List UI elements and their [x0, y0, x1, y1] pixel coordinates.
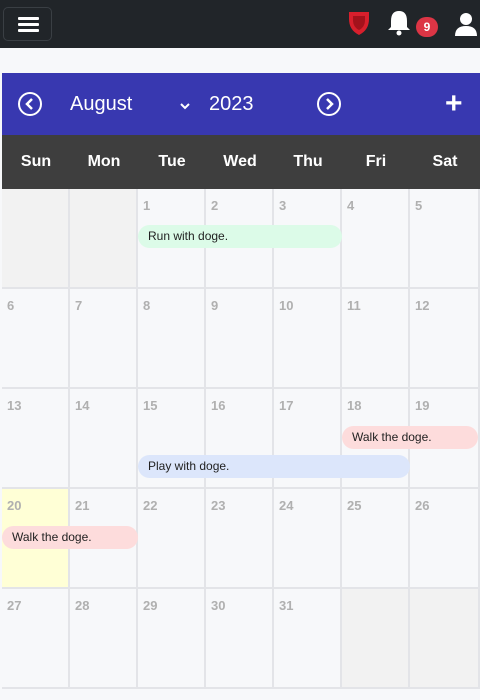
day-number: 7: [75, 298, 83, 313]
day-cell[interactable]: 8: [138, 289, 206, 389]
day-number: 25: [347, 498, 362, 513]
weekday-header-row: Sun Mon Tue Wed Thu Fri Sat: [2, 135, 480, 189]
weekday-label: Fri: [365, 153, 387, 170]
chevron-down-icon[interactable]: [180, 97, 190, 115]
menu-icon-bar: [18, 17, 39, 20]
day-cell[interactable]: 24: [274, 489, 342, 589]
day-number: 30: [211, 598, 226, 613]
day-number: 22: [143, 498, 158, 513]
weekday-label: Thu: [293, 153, 323, 170]
day-cell[interactable]: 27: [2, 589, 70, 689]
day-number: 1: [143, 198, 151, 213]
calendar-header: August 2023 +: [2, 73, 480, 135]
day-cell[interactable]: 23: [206, 489, 274, 589]
add-event-button[interactable]: +: [445, 89, 463, 119]
chevron-right-icon: [326, 98, 334, 110]
day-number: 11: [347, 298, 361, 313]
day-cell[interactable]: 31: [274, 589, 342, 689]
day-number: 16: [211, 398, 226, 413]
day-cell-empty: [342, 589, 410, 689]
day-number: 15: [143, 398, 158, 413]
bell-icon[interactable]: [385, 8, 413, 41]
day-number: 27: [7, 598, 22, 613]
event-walk-the-doge[interactable]: Walk the doge.: [2, 526, 138, 549]
weekday-label: Sun: [20, 153, 52, 170]
weekday-label: Tue: [158, 153, 186, 170]
shield-icon[interactable]: [347, 10, 371, 41]
day-number: 18: [347, 398, 362, 413]
calendar-grid: 1 2 3 4 5 6 7 8 9 10 11 12 13 14 15 16 1…: [2, 189, 480, 689]
day-cell[interactable]: 14: [70, 389, 138, 489]
day-number: 20: [7, 498, 22, 513]
menu-icon-bar: [18, 29, 39, 32]
day-number: 9: [211, 298, 219, 313]
user-icon[interactable]: [454, 12, 478, 41]
day-cell[interactable]: 11: [342, 289, 410, 389]
weekday-label: Wed: [223, 153, 257, 170]
day-cell[interactable]: 9: [206, 289, 274, 389]
notification-badge: 9: [416, 17, 438, 37]
day-number: 13: [7, 398, 22, 413]
day-cell[interactable]: 13: [2, 389, 70, 489]
month-select[interactable]: August: [70, 93, 132, 116]
day-cell[interactable]: 25: [342, 489, 410, 589]
previous-month-button[interactable]: [18, 92, 42, 116]
day-number: 31: [279, 598, 294, 613]
day-number: 26: [415, 498, 430, 513]
day-number: 19: [415, 398, 430, 413]
day-number: 4: [347, 198, 355, 213]
day-cell[interactable]: 5: [410, 189, 480, 289]
day-number: 5: [415, 198, 423, 213]
day-cell[interactable]: 28: [70, 589, 138, 689]
day-cell-empty: [410, 589, 480, 689]
day-number: 6: [7, 298, 15, 313]
weekday-label: Mon: [87, 153, 121, 170]
day-cell[interactable]: 29: [138, 589, 206, 689]
next-month-button[interactable]: [317, 92, 341, 116]
day-number: 17: [279, 398, 294, 413]
day-number: 23: [211, 498, 226, 513]
day-cell-empty: [2, 189, 70, 289]
day-number: 12: [415, 298, 430, 313]
day-cell[interactable]: 7: [70, 289, 138, 389]
day-cell[interactable]: 22: [138, 489, 206, 589]
day-number: 14: [75, 398, 90, 413]
day-number: 21: [75, 498, 90, 513]
weekday-label: Sat: [432, 153, 458, 170]
day-number: 28: [75, 598, 90, 613]
day-cell-empty: [70, 189, 138, 289]
day-cell[interactable]: 26: [410, 489, 480, 589]
event-play-with-doge[interactable]: Play with doge.: [138, 455, 410, 478]
day-cell[interactable]: 4: [342, 189, 410, 289]
day-number: 8: [143, 298, 151, 313]
day-number: 3: [279, 198, 287, 213]
event-run-with-doge[interactable]: Run with doge.: [138, 225, 342, 248]
event-walk-the-doge[interactable]: Walk the doge.: [342, 426, 478, 449]
day-cell[interactable]: 12: [410, 289, 480, 389]
menu-button[interactable]: [3, 7, 52, 41]
day-cell[interactable]: 30: [206, 589, 274, 689]
chevron-left-icon: [25, 98, 33, 110]
day-number: 29: [143, 598, 158, 613]
top-navbar: 9: [0, 0, 480, 48]
day-number: 2: [211, 198, 219, 213]
day-number: 24: [279, 498, 294, 513]
day-cell[interactable]: 6: [2, 289, 70, 389]
day-number: 10: [279, 298, 294, 313]
year-label[interactable]: 2023: [209, 93, 254, 116]
day-cell[interactable]: 10: [274, 289, 342, 389]
menu-icon-bar: [18, 23, 39, 26]
